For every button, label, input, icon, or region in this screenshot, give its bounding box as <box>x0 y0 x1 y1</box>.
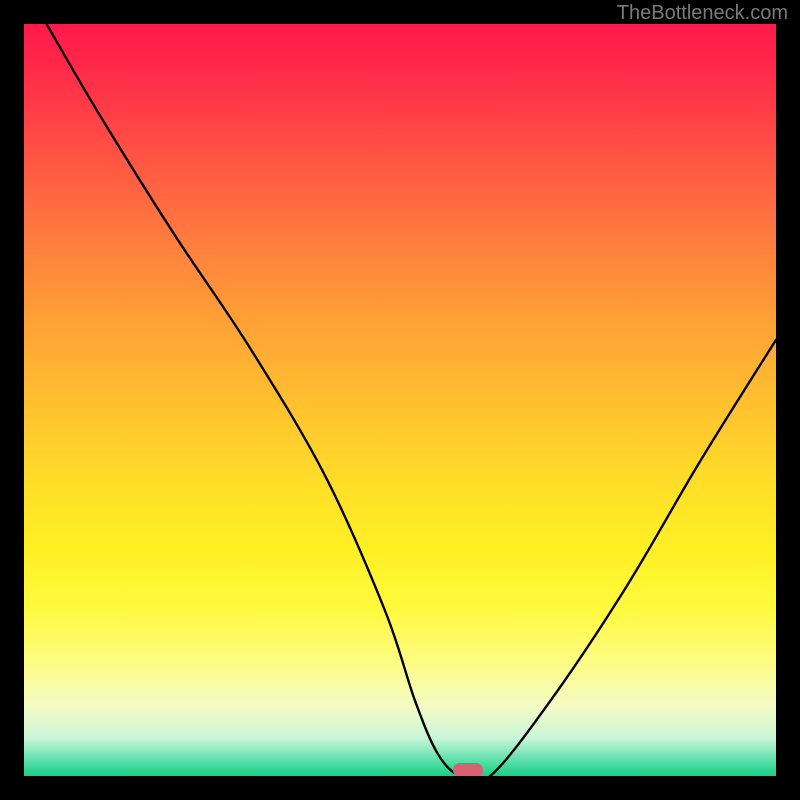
plot-area <box>24 24 776 776</box>
curve-svg <box>24 24 776 776</box>
optimal-marker <box>453 763 483 776</box>
watermark-text: TheBottleneck.com <box>617 2 788 25</box>
bottleneck-curve-path <box>47 24 776 776</box>
